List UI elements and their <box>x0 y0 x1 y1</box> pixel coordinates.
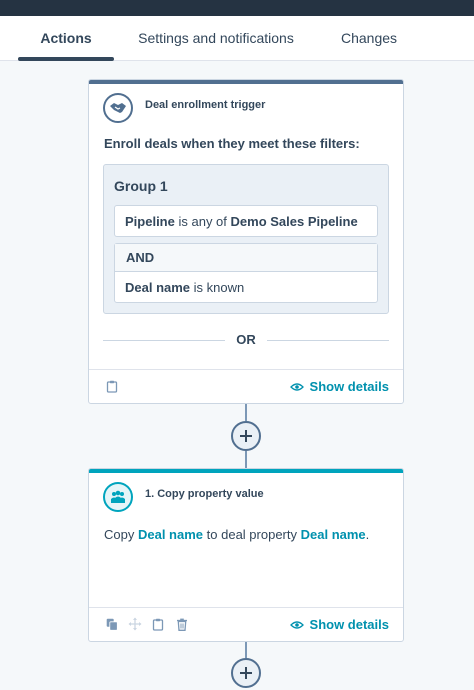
enrollment-trigger-card[interactable]: Deal enrollment trigger Enroll deals whe… <box>88 79 404 404</box>
filter-pipeline[interactable]: Pipeline is any of Demo Sales Pipeline <box>114 205 378 237</box>
filter-operator: is known <box>193 280 245 295</box>
tab-changes[interactable]: Changes <box>330 16 408 61</box>
filter-operator: is any of <box>178 214 227 229</box>
group-title: Group 1 <box>114 178 168 194</box>
divider-line <box>267 340 389 341</box>
connector-line <box>245 404 247 421</box>
enroll-heading: Enroll deals when they meet these filter… <box>104 136 360 151</box>
action-description: Copy Deal name to deal property Deal nam… <box>104 527 369 542</box>
clipboard-icon[interactable] <box>152 618 164 631</box>
text-middle: to deal property <box>206 527 297 542</box>
tab-settings-and-notifications[interactable]: Settings and notifications <box>130 16 302 61</box>
copy-property-action-card[interactable]: 1. Copy property value Copy Deal name to… <box>88 468 404 642</box>
show-details-label: Show details <box>309 617 389 632</box>
show-details-link[interactable]: Show details <box>289 379 389 394</box>
filter-value: Demo Sales Pipeline <box>230 214 358 229</box>
text-suffix: . <box>365 527 370 542</box>
and-label: AND <box>126 250 155 265</box>
clipboard-icon[interactable] <box>106 380 118 393</box>
copy-icon[interactable] <box>106 618 118 631</box>
card-footer: Show details <box>89 369 403 403</box>
add-action-button[interactable] <box>231 421 261 451</box>
eye-icon <box>289 382 304 391</box>
trigger-title: Deal enrollment trigger <box>145 99 266 111</box>
action-title: 1. Copy property value <box>145 488 264 500</box>
card-header: Deal enrollment trigger <box>89 84 403 132</box>
show-details-label: Show details <box>309 379 389 394</box>
delete-icon[interactable] <box>176 618 188 631</box>
and-header: AND <box>115 244 377 272</box>
connector-line <box>245 642 247 658</box>
people-icon <box>103 482 133 512</box>
source-property-link[interactable]: Deal name <box>138 527 203 542</box>
active-tab-indicator <box>18 57 114 61</box>
show-details-link[interactable]: Show details <box>289 617 389 632</box>
eye-icon <box>289 620 304 629</box>
top-bar <box>0 0 474 16</box>
filter-property: Deal name <box>125 280 191 295</box>
handshake-icon <box>103 93 133 123</box>
filter-property: Pipeline <box>125 214 175 229</box>
connector-line <box>245 451 247 468</box>
filter-deal-name[interactable]: Deal name is known <box>125 280 244 295</box>
and-filter-block[interactable]: AND Deal name is known <box>114 243 378 303</box>
divider-line <box>103 340 225 341</box>
move-icon[interactable] <box>128 617 142 631</box>
or-divider: OR <box>103 332 389 348</box>
card-footer: Show details <box>89 607 403 641</box>
tab-actions[interactable]: Actions <box>18 16 114 61</box>
tab-bar: Actions Settings and notifications Chang… <box>0 16 474 61</box>
add-action-button[interactable] <box>231 658 261 688</box>
text-prefix: Copy <box>104 527 135 542</box>
filter-group[interactable]: Group 1 Pipeline is any of Demo Sales Pi… <box>103 164 389 314</box>
target-property-link[interactable]: Deal name <box>301 527 366 542</box>
card-header: 1. Copy property value <box>89 473 403 521</box>
or-label: OR <box>236 332 256 347</box>
plus-icon <box>240 430 252 442</box>
plus-icon <box>240 667 252 679</box>
